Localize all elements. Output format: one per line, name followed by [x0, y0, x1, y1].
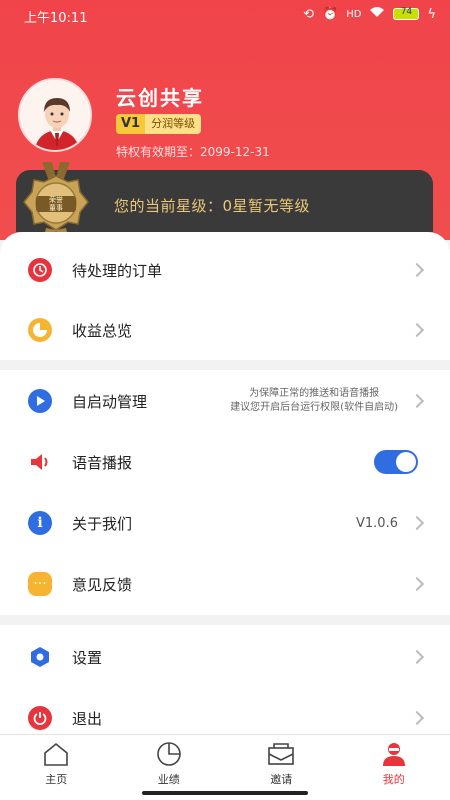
hd-icon: HD	[346, 8, 362, 20]
status-time: 上午10:11	[24, 11, 88, 26]
chevron-right-icon	[409, 515, 425, 531]
menu-label: 待处理的订单	[72, 261, 163, 280]
chat-bubble-icon: ···	[28, 572, 52, 596]
avatar[interactable]	[18, 78, 92, 152]
section-divider	[0, 615, 450, 625]
menu-label: 自启动管理	[72, 392, 148, 411]
home-icon	[41, 741, 71, 767]
vip-level-text: 分润等级	[145, 114, 202, 134]
menu-label: 收益总览	[72, 321, 133, 340]
menu-label: 退出	[72, 709, 103, 728]
pie-chart-icon	[28, 318, 52, 342]
chevron-right-icon	[409, 576, 425, 592]
menu-item-settings[interactable]: 设置	[0, 627, 450, 687]
info-icon: i	[28, 511, 52, 535]
tab-label: 业绩	[157, 773, 180, 786]
svg-text:董事: 董事	[49, 203, 63, 212]
power-icon	[28, 706, 52, 730]
vip-badge: V1 分润等级	[116, 114, 202, 134]
battery-icon: 74	[393, 7, 420, 20]
chevron-right-icon	[409, 262, 425, 278]
speaker-icon	[28, 450, 52, 474]
tab-home[interactable]: 主页	[0, 735, 113, 800]
chevron-right-icon	[409, 710, 425, 726]
menu-item-autostart[interactable]: 自启动管理 为保障正常的推送和语音播报 建议您开启后台运行权限(软件自启动)	[0, 371, 450, 431]
menu-item-feedback[interactable]: ··· 意见反馈	[0, 554, 450, 614]
user-icon	[379, 741, 409, 767]
tab-label: 邀请	[270, 773, 293, 786]
home-indicator[interactable]	[142, 791, 308, 795]
chevron-right-icon	[409, 393, 425, 409]
chevron-right-icon	[409, 322, 425, 338]
play-icon	[28, 389, 52, 413]
gear-icon	[28, 645, 52, 669]
privilege-expiry: 特权有效期至：2099-12-31	[116, 145, 270, 159]
status-icons: ⟲ ⏰ HD 74 ϟ	[303, 6, 436, 22]
clock-icon	[28, 258, 52, 282]
pie-chart-icon	[154, 741, 184, 767]
voice-toggle[interactable]	[374, 450, 418, 474]
username: 云创共享	[116, 86, 204, 110]
wifi-icon	[369, 6, 385, 22]
menu-label: 关于我们	[72, 514, 133, 533]
menu-item-about[interactable]: i 关于我们 V1.0.6	[0, 493, 450, 553]
sync-icon: ⟲	[303, 6, 314, 22]
menu-item-pending-orders[interactable]: 待处理的订单	[0, 240, 450, 300]
tab-label: 我的	[382, 773, 405, 786]
menu-item-voice: 语音播报	[0, 432, 450, 492]
app-version: V1.0.6	[356, 515, 398, 531]
star-level-text: 您的当前星级：0星暂无等级	[114, 197, 311, 215]
status-bar: 上午10:11 ⟲ ⏰ HD 74 ϟ	[0, 0, 450, 30]
tab-mine[interactable]: 我的	[338, 735, 450, 800]
autostart-note: 为保障正常的推送和语音播报 建议您开启后台运行权限(软件自启动)	[230, 388, 398, 413]
tab-label: 主页	[45, 773, 68, 786]
svg-text:荣誉: 荣誉	[49, 195, 63, 204]
vip-level: V1	[116, 114, 146, 134]
menu-label: 意见反馈	[72, 575, 133, 594]
menu-label: 语音播报	[72, 453, 133, 472]
envelope-icon	[266, 741, 296, 767]
chevron-right-icon	[409, 649, 425, 665]
menu-label: 设置	[72, 648, 103, 667]
section-divider	[0, 360, 450, 370]
menu-item-earnings[interactable]: 收益总览	[0, 300, 450, 360]
alarm-icon: ⏰	[322, 6, 339, 22]
charging-icon: ϟ	[427, 6, 436, 22]
